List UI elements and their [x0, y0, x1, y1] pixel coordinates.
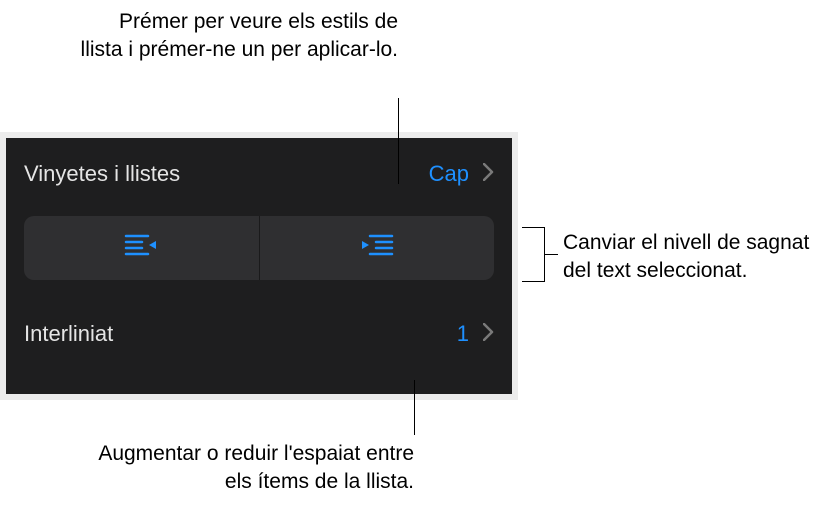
- leader-line: [522, 281, 544, 282]
- line-spacing-value-group: 1: [457, 321, 494, 347]
- outdent-icon: [124, 233, 158, 264]
- callout-spacing: Augmentar o reduir l'espaiat entre els í…: [74, 440, 414, 497]
- line-spacing-value: 1: [457, 321, 469, 347]
- outdent-button[interactable]: [24, 216, 259, 280]
- indent-button[interactable]: [260, 216, 495, 280]
- bullets-lists-label: Vinyetes i llistes: [24, 161, 180, 187]
- leader-line: [398, 98, 399, 184]
- bullets-lists-value-group: Cap: [429, 161, 494, 187]
- bullets-lists-row[interactable]: Vinyetes i llistes Cap: [24, 138, 494, 210]
- leader-line: [522, 227, 544, 228]
- line-spacing-row[interactable]: Interliniat 1: [24, 298, 494, 370]
- chevron-right-icon: [483, 323, 494, 346]
- leader-line: [414, 380, 415, 435]
- chevron-right-icon: [483, 163, 494, 186]
- bullets-lists-value: Cap: [429, 161, 469, 187]
- callout-list-styles: Prémer per veure els estils de llista i …: [78, 8, 398, 65]
- leader-line: [544, 254, 558, 255]
- indent-icon: [360, 233, 394, 264]
- indent-segmented-control: [24, 216, 494, 280]
- line-spacing-label: Interliniat: [24, 321, 113, 347]
- callout-indent-level: Canviar el nivell de sagnat del text sel…: [563, 229, 813, 286]
- panel-container: Vinyetes i llistes Cap: [0, 132, 518, 400]
- format-panel: Vinyetes i llistes Cap: [6, 138, 512, 394]
